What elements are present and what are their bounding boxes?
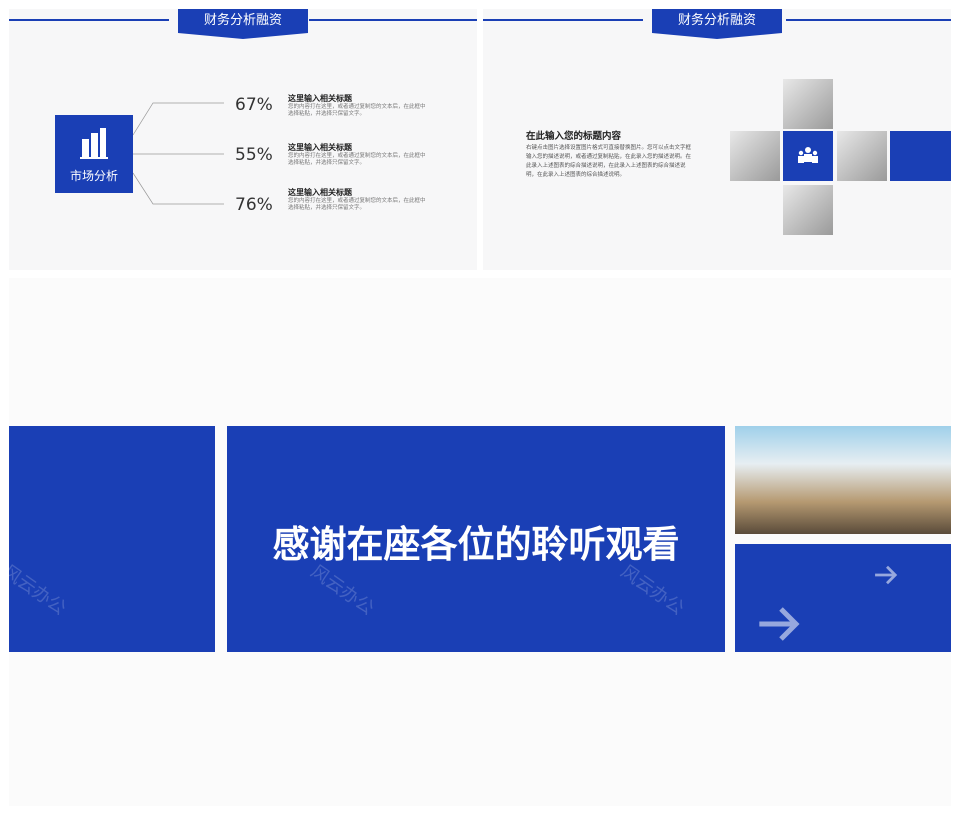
- photo-handshake-left: [730, 131, 780, 181]
- blue-panel-left: 风云办公: [9, 426, 215, 652]
- arrow-right-icon-small: [875, 565, 898, 585]
- item-title-1: 这里输入相关标题: [288, 94, 352, 103]
- blue-panel-arrows: [735, 544, 951, 652]
- content-title: 在此输入您的标题内容: [526, 131, 622, 142]
- building-icon: [80, 128, 108, 159]
- percent-2: 55%: [235, 145, 273, 165]
- header-line-right: [786, 19, 951, 21]
- market-analysis-box: 市场分析: [55, 115, 133, 193]
- percent-1: 67%: [235, 95, 273, 115]
- header-line-left: [483, 19, 643, 21]
- photo-team-top: [783, 79, 833, 129]
- blue-tile-right: [890, 131, 951, 181]
- content-body: 右键点击图片选择设置图片格式可直接替换图片。您可以点击文字框 输入您的描述说明，…: [526, 145, 692, 178]
- slide-image-grid[interactable]: 财务分析融资 在此输入您的标题内容 右键点击图片选择设置图片格式可直接替换图片。…: [483, 9, 951, 270]
- item-desc-1: 您的内容打在这里，或者通过复制您的文本后，在此框中 选择粘贴，并选择只保留文字。: [288, 104, 426, 117]
- arrow-right-icon-large: [759, 607, 800, 641]
- thanks-text: 感谢在座各位的聆听观看: [272, 523, 680, 566]
- car-interior-photo: [735, 426, 951, 534]
- watermark: 风云办公: [9, 560, 70, 620]
- blue-panel-main: 感谢在座各位的聆听观看 风云办公 风云办公: [227, 426, 725, 652]
- percent-3: 76%: [235, 195, 273, 215]
- market-analysis-label: 市场分析: [69, 169, 118, 183]
- photo-handshake-bottom: [783, 185, 833, 235]
- item-desc-3: 您的内容打在这里，或者通过复制您的文本后，在此框中 选择粘贴，并选择只保留文字。: [288, 198, 426, 211]
- team-icon: [798, 147, 818, 163]
- center-team-tile: [783, 131, 833, 181]
- header-tag-tail: [652, 33, 782, 39]
- item-title-2: 这里输入相关标题: [288, 143, 352, 152]
- photo-people-right: [837, 131, 887, 181]
- slide-thanks[interactable]: 风云办公 感谢在座各位的聆听观看 风云办公 风云办公: [9, 278, 951, 806]
- slide-header-tag: 财务分析融资: [652, 9, 782, 33]
- item-title-3: 这里输入相关标题: [288, 188, 352, 197]
- item-desc-2: 您的内容打在这里，或者通过复制您的文本后，在此框中 选择粘贴，并选择只保留文字。: [288, 153, 426, 166]
- slide-market-analysis[interactable]: 财务分析融资 市场分析 67% 这里输入相关标题 您的内容打在这里，或者通过复制…: [9, 9, 477, 270]
